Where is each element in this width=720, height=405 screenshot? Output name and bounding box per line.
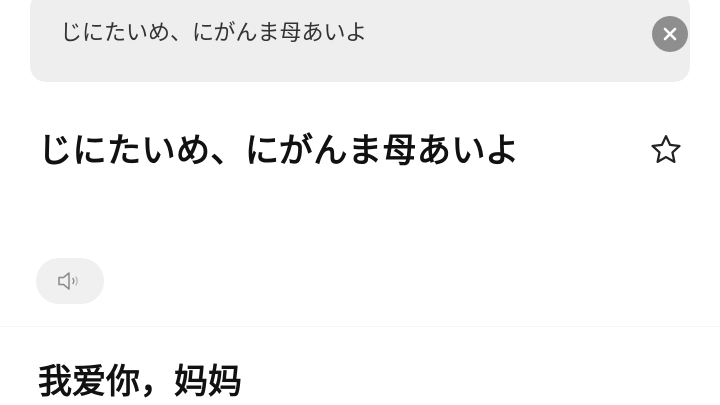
translator-page: じにたいめ、にがんま母あいよ 我爱你，妈妈: [0, 0, 720, 405]
section-divider: [0, 326, 720, 327]
star-icon: [651, 135, 681, 163]
search-bar: [30, 0, 690, 82]
close-icon: [663, 27, 677, 41]
speaker-icon: [58, 272, 78, 290]
source-text-title: じにたいめ、にがんま母あいよ: [38, 131, 520, 171]
play-audio-button[interactable]: [36, 258, 104, 304]
clear-search-button[interactable]: [652, 16, 688, 52]
favorite-button[interactable]: [644, 128, 688, 172]
search-input[interactable]: [60, 14, 620, 54]
translation-text: 我爱你，妈妈: [38, 362, 242, 402]
